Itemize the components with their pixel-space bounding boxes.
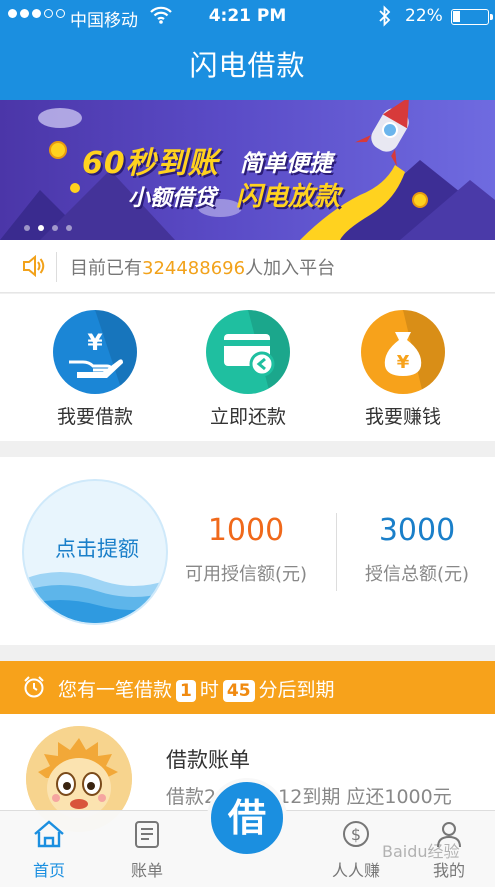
- borrow-action-label: 我要借款: [56, 406, 133, 428]
- divider: [336, 513, 337, 591]
- due-alert-bar[interactable]: 您有一笔借款 1 时 45 分后到期: [0, 661, 495, 714]
- total-credit-value: 3000: [378, 513, 456, 548]
- due-minutes: 45: [222, 680, 255, 702]
- total-credit-label: 授信总额(元): [364, 564, 470, 585]
- alarm-clock-icon: [22, 675, 46, 703]
- banner-dot[interactable]: [66, 225, 72, 231]
- available-credit-value: 1000: [207, 513, 285, 548]
- available-credit: 1000 可用授信额(元): [180, 513, 312, 586]
- repay-action-label: 立即还款: [209, 406, 286, 428]
- banner-subline-text: 小额借贷: [128, 186, 217, 211]
- announcement-prefix: 目前已有: [70, 258, 142, 279]
- borrow-icon: 借: [227, 796, 266, 840]
- announcement-bar: 目前已有324488696人加入平台: [0, 240, 495, 293]
- speaker-icon: [22, 254, 46, 281]
- due-alert-suffix: 分后到期: [258, 679, 335, 701]
- earn-action-label: 我要赚钱: [364, 406, 441, 428]
- status-bar: 中国移动 4:21 PM 22%: [0, 0, 495, 34]
- banner-page-indicator[interactable]: [24, 225, 72, 231]
- page-title: 闪电借款: [189, 49, 306, 82]
- due-alert-text: 您有一笔借款 1 时 45 分后到期: [58, 675, 335, 702]
- due-alert-prefix: 您有一笔借款: [58, 679, 173, 701]
- card-return-icon: [206, 310, 290, 394]
- announcement-text: 目前已有324488696人加入平台: [70, 254, 335, 280]
- credit-panel: 点击提额 1000 可用授信额(元) 3000 授信总额(元): [0, 457, 495, 645]
- hand-yen-icon: ¥: [53, 310, 137, 394]
- app-screen: 中国移动 4:21 PM 22% 闪电借款 60秒到账 简单便捷 小额借贷 闪电…: [0, 0, 495, 887]
- tab-home-label: 首页: [32, 861, 65, 880]
- announcement-suffix: 人加入平台: [245, 258, 336, 279]
- repay-action-button[interactable]: 立即还款: [183, 310, 313, 429]
- bluetooth-icon: [378, 5, 392, 32]
- tab-bill-label: 账单: [130, 861, 163, 880]
- battery-icon: [451, 9, 493, 25]
- watermark: Baidu经验: [382, 842, 460, 861]
- raise-limit-label: 点击提额: [55, 537, 139, 561]
- quick-actions: ¥ 我要借款 立即还款 ¥ 我要赚钱: [0, 294, 495, 441]
- borrow-action-button[interactable]: ¥ 我要借款: [30, 310, 160, 429]
- promo-banner[interactable]: 60秒到账 简单便捷 小额借贷 闪电放款: [0, 100, 495, 240]
- member-count: 324488696: [142, 258, 246, 279]
- divider: [56, 252, 57, 282]
- battery-percent: 22%: [405, 6, 443, 26]
- available-credit-label: 可用授信额(元): [184, 564, 308, 585]
- banner-subline-highlight: 闪电放款: [236, 182, 341, 212]
- raise-limit-button[interactable]: 点击提额: [22, 479, 168, 625]
- bill-title: 借款账单: [166, 748, 250, 772]
- money-bag-icon: ¥: [361, 310, 445, 394]
- svg-text:¥: ¥: [87, 331, 103, 356]
- earn-action-button[interactable]: ¥ 我要赚钱: [338, 310, 468, 429]
- svg-text:¥: ¥: [397, 352, 410, 373]
- banner-dot[interactable]: [24, 225, 30, 231]
- banner-headline-text: 简单便捷: [240, 151, 332, 177]
- banner-dot[interactable]: [38, 225, 44, 231]
- due-hours-unit: 时: [199, 679, 219, 701]
- tab-home[interactable]: 首页: [9, 819, 89, 881]
- banner-headline-highlight: 60秒到账: [82, 146, 219, 181]
- bill-icon: [135, 821, 159, 848]
- borrow-center-button[interactable]: 借: [207, 778, 287, 858]
- tab-bill[interactable]: 账单: [107, 819, 187, 881]
- banner-dot[interactable]: [52, 225, 58, 231]
- home-icon: [34, 820, 64, 848]
- due-hours: 1: [176, 680, 196, 702]
- dollar-coin-icon: $: [343, 821, 369, 847]
- top-bar: 中国移动 4:21 PM 22% 闪电借款: [0, 0, 495, 100]
- total-credit: 3000 授信总额(元): [352, 513, 482, 586]
- svg-text:$: $: [351, 825, 361, 844]
